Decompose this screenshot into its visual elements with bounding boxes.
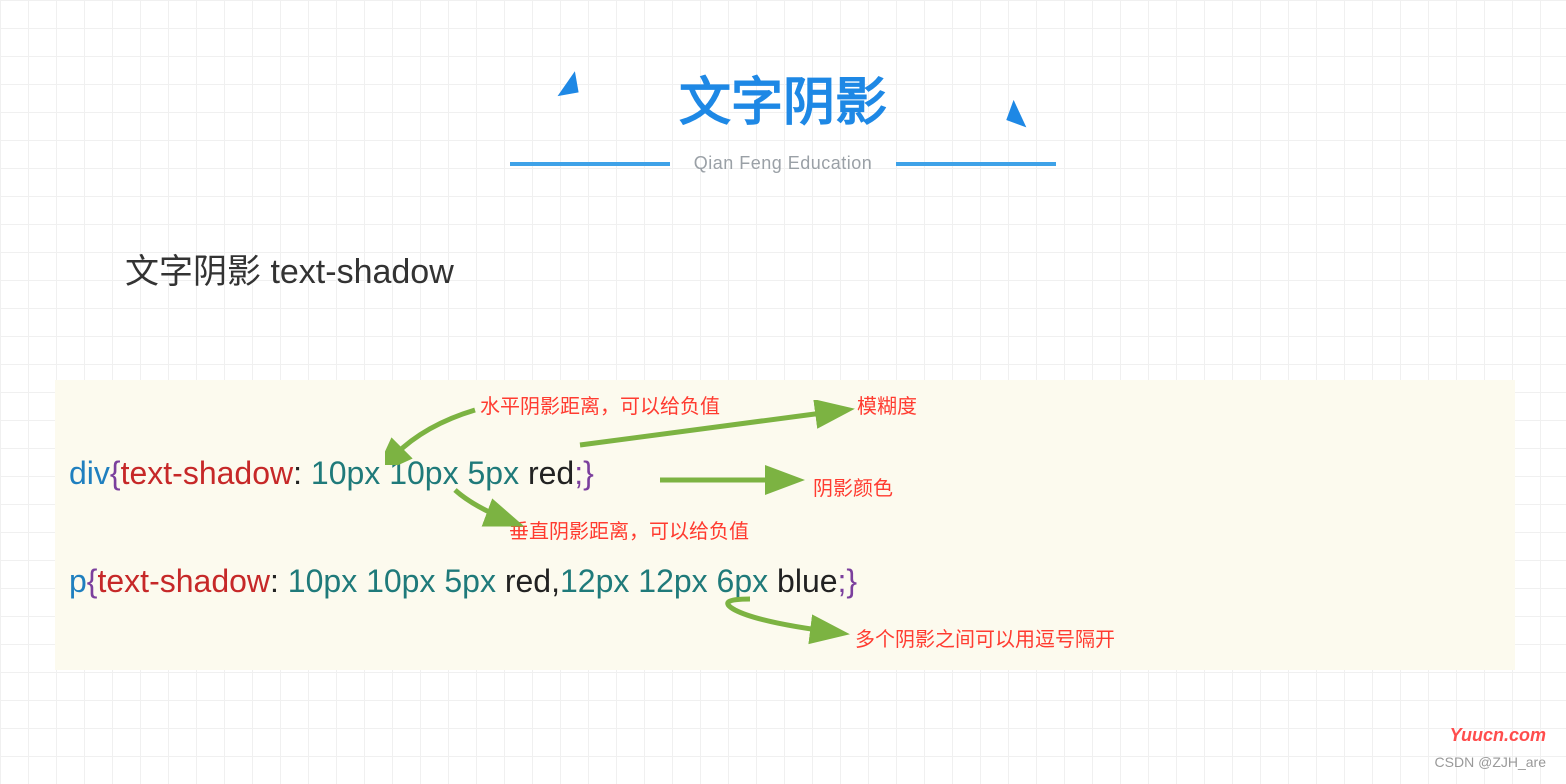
property: text-shadow xyxy=(121,455,294,491)
arrow-icon xyxy=(655,465,805,495)
annotation-multiple: 多个阴影之间可以用逗号隔开 xyxy=(855,623,1115,652)
value-2: 10px xyxy=(366,563,435,599)
value-5: 12px xyxy=(560,563,629,599)
value-4: red xyxy=(528,455,574,491)
arrow-icon xyxy=(385,405,485,465)
brace-close: ;} xyxy=(574,455,594,491)
brace-close: ;} xyxy=(838,563,858,599)
subtitle-row: Qian Feng Education xyxy=(0,153,1566,174)
selector: div xyxy=(69,455,110,491)
annotation-color: 阴影颜色 xyxy=(813,472,893,501)
arrow-icon xyxy=(720,595,850,645)
value-3: 5px xyxy=(444,563,496,599)
divider-left xyxy=(510,162,670,166)
colon: : xyxy=(293,455,311,491)
property: text-shadow xyxy=(97,563,270,599)
brace-open: { xyxy=(87,563,98,599)
value-1: 10px xyxy=(288,563,357,599)
page-title: 文字阴影 xyxy=(679,60,887,135)
annotation-vertical: 垂直阴影距离，可以给负值 xyxy=(509,515,749,544)
code-line-1: div{text-shadow: 10px 10px 5px red;} xyxy=(69,455,594,492)
section-title: 文字阴影 text-shadow xyxy=(125,244,1566,293)
divider-right xyxy=(896,162,1056,166)
value-8: blue xyxy=(777,563,838,599)
subtitle: Qian Feng Education xyxy=(694,153,873,174)
annotation-blur: 模糊度 xyxy=(857,390,917,419)
value-6: 12px xyxy=(638,563,707,599)
colon: : xyxy=(270,563,288,599)
header: ◢ 文字阴影 ◣ Qian Feng Education xyxy=(0,0,1566,174)
value-4: red xyxy=(505,563,551,599)
decoration-left-icon: ◢ xyxy=(552,63,579,99)
decoration-right-icon: ◣ xyxy=(1005,92,1037,130)
comma: , xyxy=(551,563,560,599)
arrow-icon xyxy=(575,400,855,450)
selector: p xyxy=(69,563,87,599)
value-7: 6px xyxy=(717,563,769,599)
watermark-site: Yuucn.com xyxy=(1450,725,1546,746)
brace-open: { xyxy=(110,455,121,491)
code-panel: div{text-shadow: 10px 10px 5px red;} p{t… xyxy=(55,380,1515,670)
arrow-icon xyxy=(445,488,525,533)
value-1: 10px xyxy=(311,455,380,491)
watermark-author: CSDN @ZJH_are xyxy=(1435,754,1546,770)
